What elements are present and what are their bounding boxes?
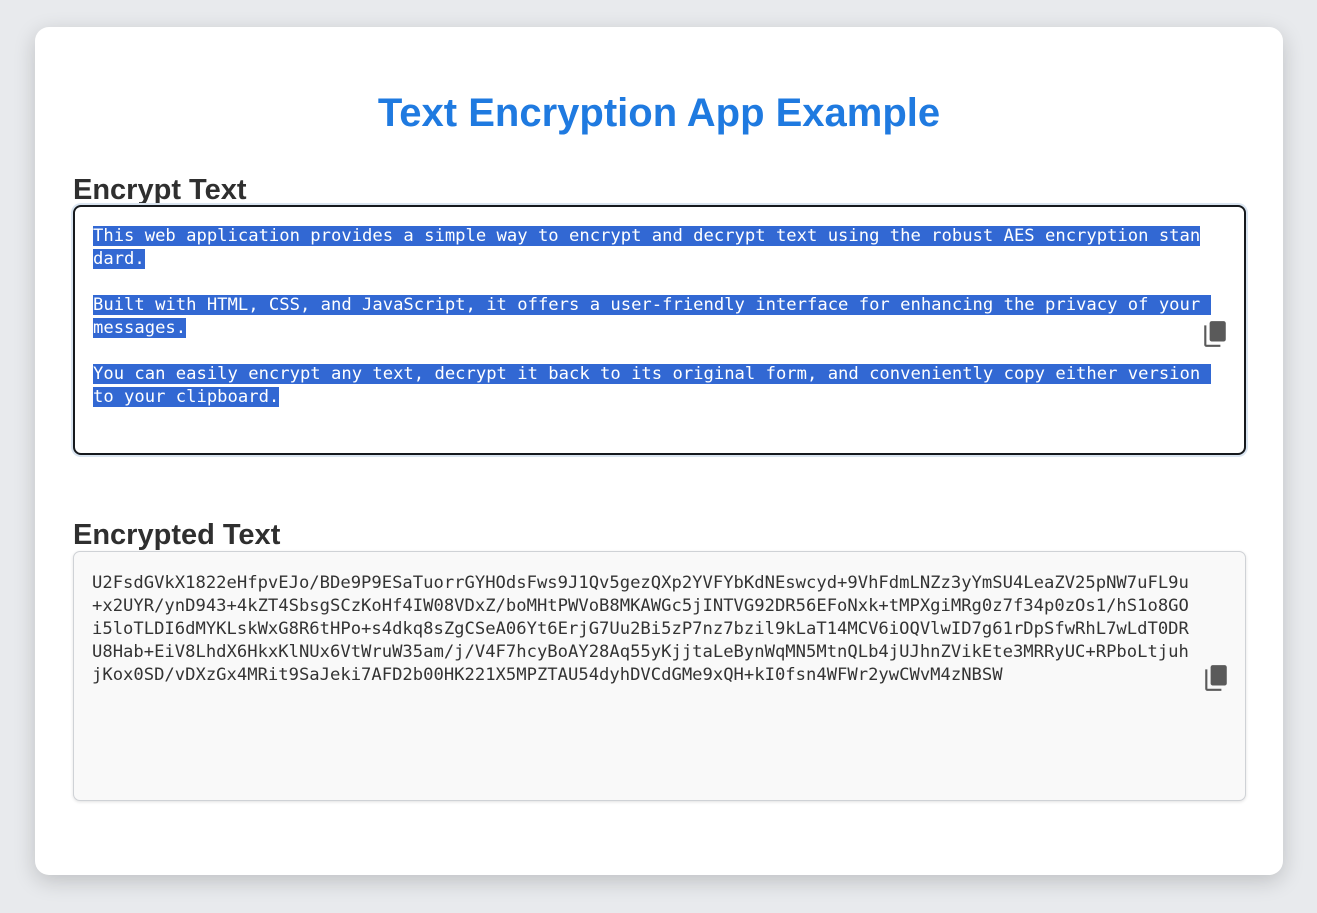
copy-ciphertext-button[interactable] [1203, 664, 1229, 692]
copy-icon [1204, 321, 1226, 347]
page-title: Text Encryption App Example [377, 91, 941, 135]
encrypted-text-heading: Encrypted Text [73, 519, 281, 551]
ciphertext-output-value[interactable]: U2FsdGVkX1822eHfpvEJo/BDe9P9ESaTuorrGYHO… [92, 572, 1194, 687]
ciphertext-output[interactable]: U2FsdGVkX1822eHfpvEJo/BDe9P9ESaTuorrGYHO… [73, 551, 1246, 801]
app-card: Text Encryption App Example Encrypt Text… [35, 27, 1283, 875]
plaintext-input[interactable]: This web application provides a simple w… [73, 205, 1246, 455]
copy-icon [1205, 665, 1227, 691]
encrypt-text-heading: Encrypt Text [73, 174, 247, 206]
plaintext-input-value[interactable]: This web application provides a simple w… [93, 225, 1211, 409]
copy-plaintext-button[interactable] [1202, 320, 1228, 348]
selected-text: This web application provides a simple w… [93, 226, 1211, 407]
